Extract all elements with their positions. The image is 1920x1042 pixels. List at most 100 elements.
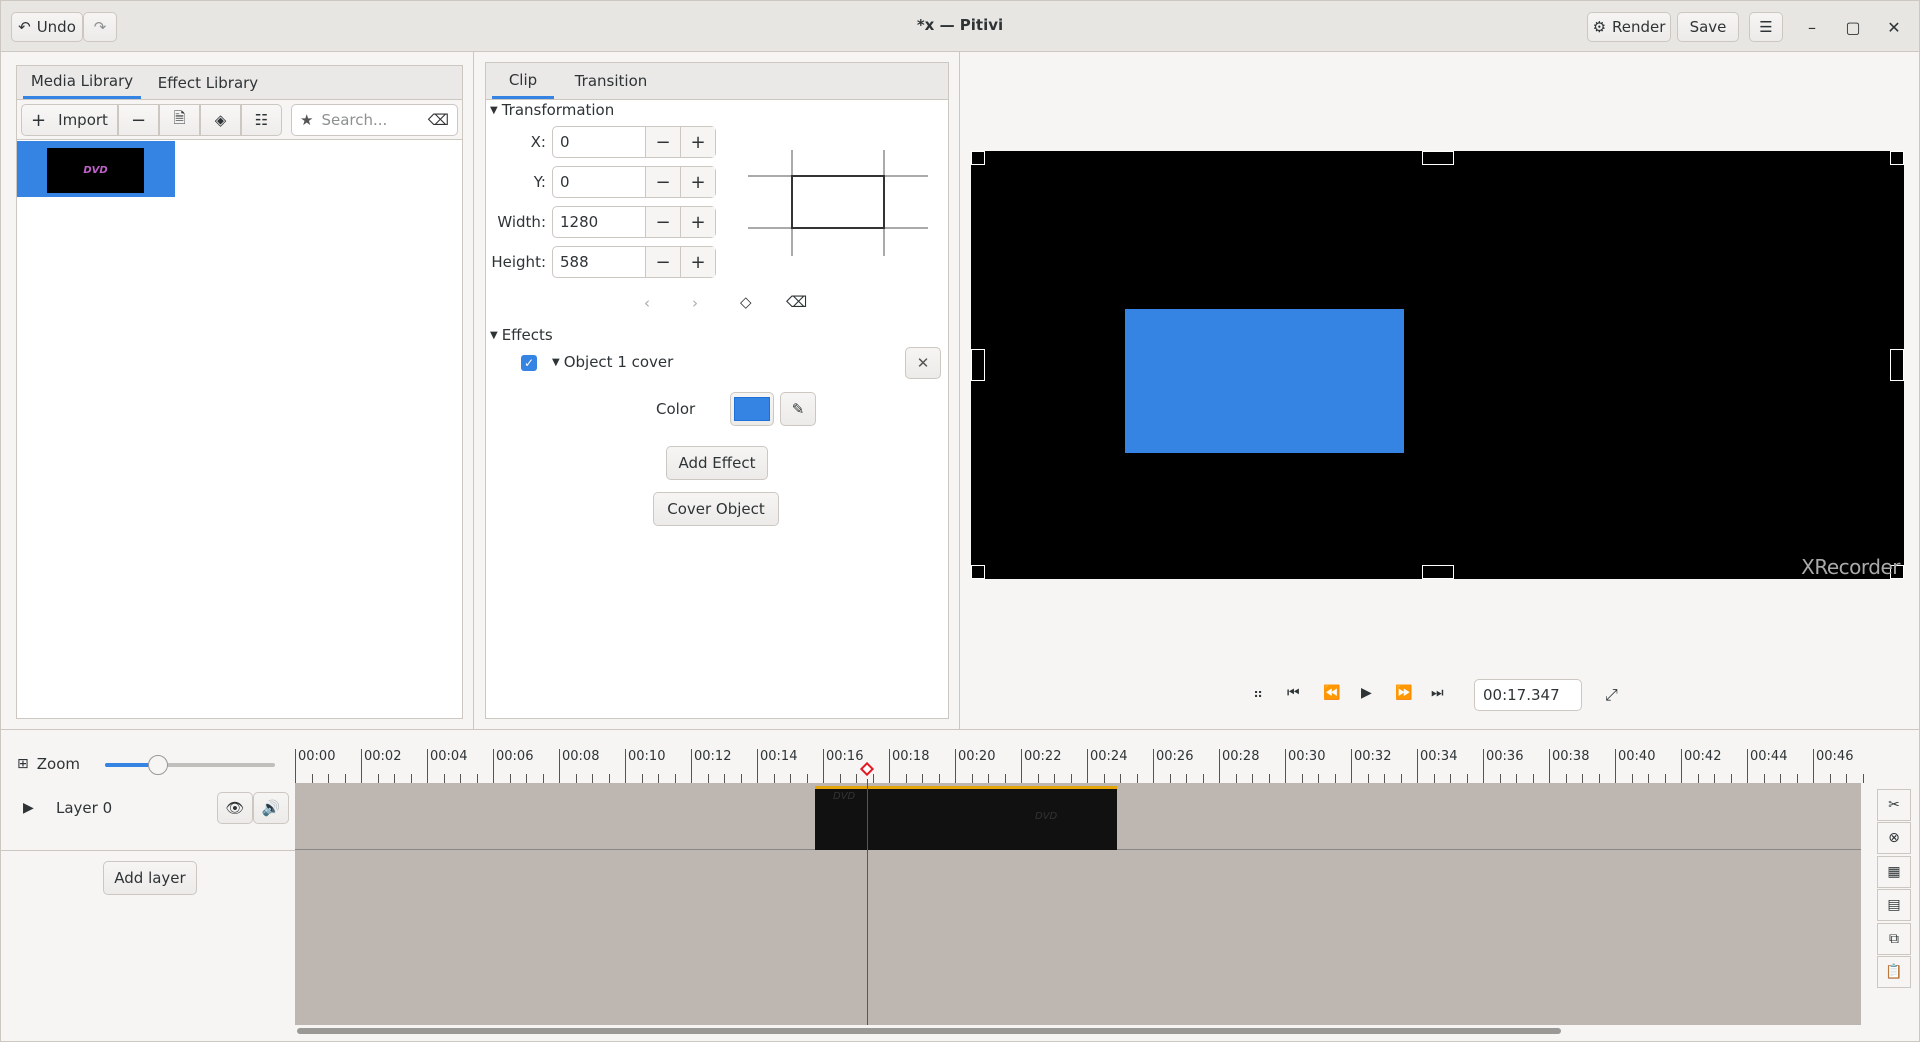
effect-row-expander[interactable]: ▼ Object 1 cover: [552, 353, 673, 371]
tab-effect-library[interactable]: Effect Library: [147, 66, 269, 99]
color-swatch: [734, 397, 770, 421]
cover-object-button[interactable]: Cover Object: [653, 492, 779, 526]
split-clip-button[interactable]: ✂: [1877, 789, 1911, 821]
increase-width-button[interactable]: +: [680, 207, 715, 237]
fast-forward-icon[interactable]: ⏩: [1395, 685, 1412, 701]
resize-handle-left[interactable]: [971, 349, 985, 381]
cover-object-rect[interactable]: [1125, 309, 1404, 453]
pane-separator-horizontal[interactable]: [1, 729, 1919, 730]
resize-handle-bottom-left[interactable]: [971, 565, 985, 579]
add-effect-button[interactable]: Add Effect: [666, 446, 768, 480]
group-clips-button[interactable]: ▦: [1877, 856, 1911, 888]
pane-separator-vertical[interactable]: [473, 52, 474, 729]
increase-height-button[interactable]: +: [680, 247, 715, 277]
search-input[interactable]: ★ Search... ⌫: [291, 104, 458, 136]
increase-x-button[interactable]: +: [680, 127, 715, 157]
x-spinbutton[interactable]: 0 − +: [552, 126, 716, 158]
transformation-preview[interactable]: [748, 150, 928, 256]
save-button[interactable]: Save: [1677, 12, 1739, 42]
eye-icon: 👁: [225, 799, 245, 817]
transformation-expander[interactable]: ▼ Transformation: [490, 101, 614, 119]
list-view-button[interactable]: ☷: [241, 104, 282, 136]
resize-handle-top[interactable]: [1422, 151, 1454, 165]
minimize-icon[interactable]: –: [1800, 15, 1824, 39]
insert-at-end-button[interactable]: ◈: [200, 104, 241, 136]
delete-clip-button[interactable]: ⊗: [1877, 822, 1911, 854]
add-layer-button[interactable]: Add layer: [103, 861, 197, 895]
decrease-height-button[interactable]: −: [645, 247, 680, 277]
maximize-icon[interactable]: ▢: [1841, 15, 1865, 39]
import-button[interactable]: + Import: [21, 104, 118, 136]
pause-icon[interactable]: ⠶: [1253, 686, 1263, 702]
resize-handle-top-right[interactable]: [1890, 151, 1904, 165]
close-icon[interactable]: ✕: [1882, 15, 1906, 39]
resize-handle-top-left[interactable]: [971, 151, 985, 165]
timecode-field[interactable]: 00:17.347: [1474, 679, 1582, 711]
ruler-minor-tick: [658, 774, 659, 783]
zoom-slider[interactable]: [105, 755, 275, 775]
ruler-tick-label: 00:32: [1351, 749, 1391, 783]
tab-clip[interactable]: Clip: [492, 63, 554, 99]
decrease-width-button[interactable]: −: [645, 207, 680, 237]
play-icon[interactable]: ▶: [1361, 685, 1372, 701]
ungroup-clips-button[interactable]: ▤: [1877, 889, 1911, 921]
prev-keyframe-icon[interactable]: ‹: [644, 294, 650, 312]
tab-transition[interactable]: Transition: [558, 63, 664, 99]
resize-handle-bottom[interactable]: [1422, 565, 1454, 579]
layer-audio-button[interactable]: 🔊: [253, 792, 289, 824]
render-button[interactable]: ⚙ Render: [1587, 12, 1671, 42]
eyedropper-button[interactable]: ✎: [780, 392, 816, 426]
watermark-text: XRecorder: [1801, 555, 1900, 579]
menu-button[interactable]: ☰: [1749, 12, 1783, 42]
ruler-minor-tick: [1004, 774, 1006, 783]
thumbnail-image: DVD: [47, 148, 144, 193]
effects-expander[interactable]: ▼ Effects: [490, 326, 553, 344]
timeline-ruler[interactable]: 00:00 00:02 00:04 00:06 00:08 00:10 00:12 00:14…: [295, 741, 1864, 783]
clip-properties-button[interactable]: 🗎: [159, 104, 200, 136]
detach-viewer-icon[interactable]: ⤢: [1605, 685, 1618, 705]
remove-clip-button[interactable]: −: [118, 104, 159, 136]
transport-controls: ⠶ ⏮ ⏪ ▶ ⏩ ⏭: [1245, 681, 1645, 711]
rewind-icon[interactable]: ⏪: [1323, 685, 1340, 701]
video-viewer[interactable]: XRecorder: [971, 151, 1904, 579]
ruler-minor-tick: [1252, 774, 1253, 783]
ruler-minor-tick: [641, 774, 643, 783]
width-spinbutton[interactable]: 1280 − +: [552, 206, 716, 238]
delete-icon: ⊗: [1888, 830, 1900, 846]
align-clips-button[interactable]: ⧉: [1877, 923, 1911, 955]
timeline-scrollbar[interactable]: [297, 1028, 1561, 1034]
next-keyframe-icon[interactable]: ›: [692, 294, 698, 312]
skip-start-icon[interactable]: ⏮: [1287, 685, 1300, 701]
layer-visibility-button[interactable]: 👁: [217, 792, 253, 824]
tab-media-library[interactable]: Media Library: [23, 66, 141, 99]
ruler-minor-tick: [674, 774, 676, 783]
media-thumbnail[interactable]: DVD: [17, 141, 175, 197]
decrease-x-button[interactable]: −: [645, 127, 680, 157]
skip-end-icon[interactable]: ⏭: [1431, 685, 1444, 701]
keyframe-icon[interactable]: ◇: [740, 293, 752, 311]
timeline-clip[interactable]: DVD DVD: [815, 786, 1117, 850]
resize-handle-right[interactable]: [1890, 349, 1904, 381]
ruler-minor-tick: [1301, 774, 1303, 783]
ruler-minor-tick: [1631, 774, 1633, 783]
zoom-fit-icon[interactable]: ⊞: [17, 756, 29, 772]
effect-enabled-checkbox[interactable]: ✓: [521, 355, 537, 371]
color-picker-button[interactable]: [730, 392, 774, 426]
hamburger-icon: ☰: [1759, 18, 1773, 36]
paste-button[interactable]: 📋: [1877, 956, 1911, 988]
pane-separator-vertical-2[interactable]: [959, 52, 960, 729]
expander-down-icon: ▼: [490, 329, 498, 341]
decrease-y-button[interactable]: −: [645, 167, 680, 197]
clear-search-icon[interactable]: ⌫: [428, 111, 449, 129]
timeline-tracks[interactable]: DVD DVD: [295, 779, 1861, 1025]
eraser-icon[interactable]: ⌫: [786, 293, 807, 311]
ruler-tick-label: 00:28: [1219, 749, 1259, 783]
remove-effect-button[interactable]: ✕: [905, 347, 941, 379]
y-spinbutton[interactable]: 0 − +: [552, 166, 716, 198]
height-spinbutton[interactable]: 588 − +: [552, 246, 716, 278]
increase-y-button[interactable]: +: [680, 167, 715, 197]
ruler-tick-label: 00:42: [1681, 749, 1721, 783]
zoom-slider-knob[interactable]: [148, 755, 168, 775]
playhead-line[interactable]: [867, 779, 868, 1025]
expander-down-icon: ▼: [552, 356, 560, 368]
